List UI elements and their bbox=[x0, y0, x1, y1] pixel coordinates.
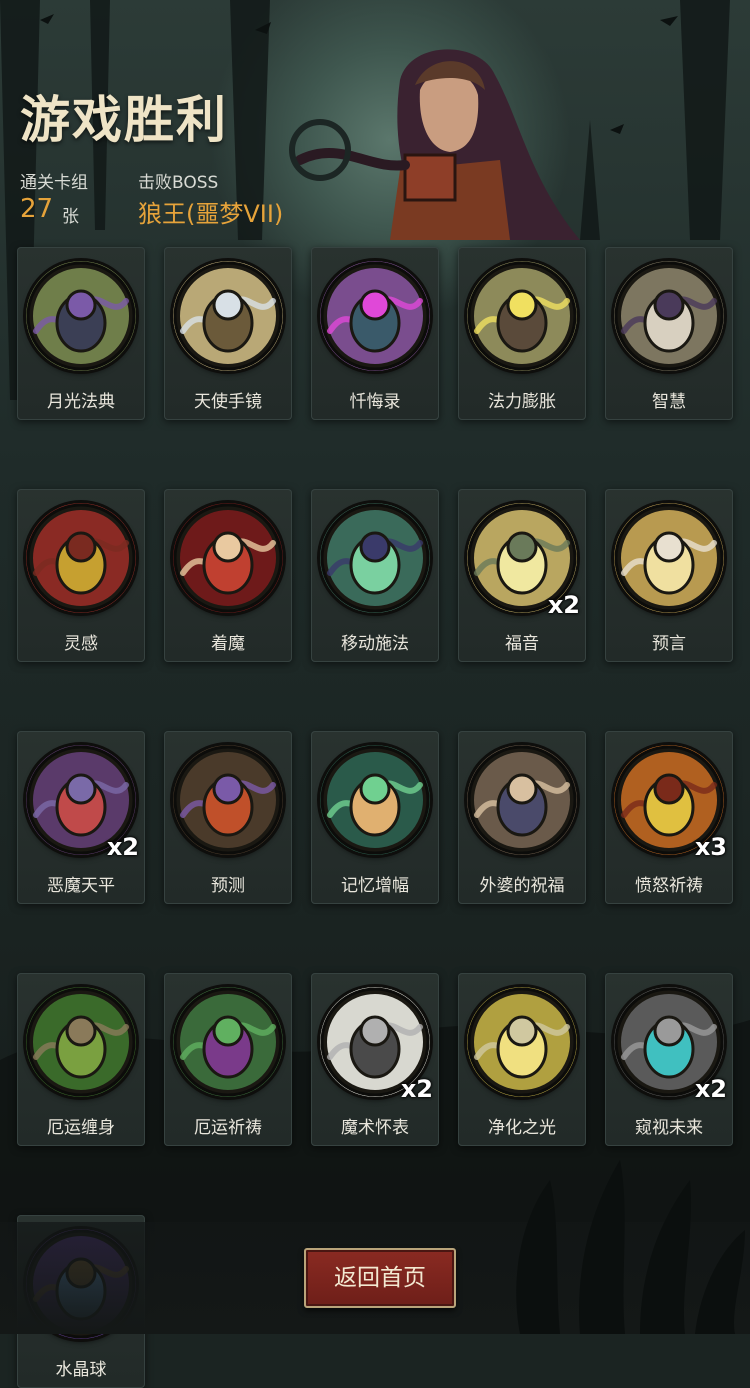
return-home-button[interactable]: 返回首页 bbox=[304, 1248, 456, 1308]
card-name: 着魔 bbox=[211, 634, 245, 654]
card-item[interactable]: 月光法典 bbox=[17, 247, 145, 420]
purifying-light-icon bbox=[467, 987, 577, 1097]
card-name: 厄运缠身 bbox=[47, 1118, 115, 1138]
card-name: 愤怒祈祷 bbox=[635, 876, 703, 896]
moving-cast-witch-icon bbox=[320, 503, 430, 613]
boss-name: 狼王(噩梦VII) bbox=[138, 200, 284, 228]
card-medal bbox=[173, 261, 283, 371]
card-count-badge: x2 bbox=[106, 833, 139, 861]
card-item[interactable]: 智慧 bbox=[605, 247, 733, 420]
card-name: 预言 bbox=[652, 634, 686, 654]
card-item[interactable]: 灵感 bbox=[17, 489, 145, 662]
deck-unit: 张 bbox=[62, 207, 79, 227]
card-name: 灵感 bbox=[64, 634, 98, 654]
hooded-mage-character bbox=[289, 49, 580, 240]
page-title: 游戏胜利 bbox=[20, 91, 228, 149]
card-name: 魔术怀表 bbox=[341, 1118, 409, 1138]
card-medal bbox=[320, 745, 430, 855]
grandma-blessing-icon bbox=[467, 745, 577, 855]
card-medal bbox=[320, 261, 430, 371]
card-name: 外婆的祝福 bbox=[479, 876, 565, 896]
card-name: 福音 bbox=[505, 634, 539, 654]
card-item[interactable]: 愤怒祈祷 x3 bbox=[605, 731, 733, 904]
card-item[interactable]: 预测 bbox=[164, 731, 292, 904]
possessed-icon bbox=[173, 503, 283, 613]
mana-surge-icon bbox=[467, 261, 577, 371]
card-count-badge: x3 bbox=[694, 833, 727, 861]
card-item[interactable]: 魔术怀表 x2 bbox=[311, 973, 439, 1146]
card-medal bbox=[26, 987, 136, 1097]
card-item[interactable]: 厄运祈祷 bbox=[164, 973, 292, 1146]
card-name: 水晶球 bbox=[55, 1360, 107, 1380]
boss-label: 击败BOSS bbox=[138, 173, 219, 193]
card-medal bbox=[26, 261, 136, 371]
card-medal bbox=[173, 503, 283, 613]
wisdom-sage-icon bbox=[614, 261, 724, 371]
card-name: 智慧 bbox=[652, 392, 686, 412]
card-name: 厄运祈祷 bbox=[194, 1118, 262, 1138]
card-item[interactable]: 厄运缠身 bbox=[17, 973, 145, 1146]
card-item[interactable]: 法力膨胀 bbox=[458, 247, 586, 420]
deck-label: 通关卡组 bbox=[20, 173, 88, 193]
doom-prayer-icon bbox=[173, 987, 283, 1097]
card-name: 移动施法 bbox=[341, 634, 409, 654]
card-medal bbox=[467, 987, 577, 1097]
memory-brain-icon bbox=[320, 745, 430, 855]
card-item[interactable]: 移动施法 bbox=[311, 489, 439, 662]
deck-count: 27 bbox=[20, 194, 54, 224]
card-medal bbox=[614, 261, 724, 371]
card-name: 恶魔天平 bbox=[47, 876, 115, 896]
card-item[interactable]: 着魔 bbox=[164, 489, 292, 662]
card-item[interactable]: 外婆的祝福 bbox=[458, 731, 586, 904]
doom-skull-icon bbox=[26, 987, 136, 1097]
card-count-badge: x2 bbox=[547, 591, 580, 619]
card-count-badge: x2 bbox=[694, 1075, 727, 1103]
card-medal bbox=[320, 503, 430, 613]
card-medal bbox=[173, 987, 283, 1097]
card-name: 天使手镜 bbox=[194, 392, 262, 412]
card-medal bbox=[26, 503, 136, 613]
claw-silhouette bbox=[516, 1160, 745, 1334]
card-medal bbox=[467, 261, 577, 371]
victory-header: 游戏胜利 通关卡组 27 张 击败BOSS 狼王(噩梦VII) bbox=[0, 0, 750, 240]
card-name: 法力膨胀 bbox=[488, 392, 556, 412]
card-name: 忏悔录 bbox=[349, 392, 401, 412]
confession-book-icon bbox=[320, 261, 430, 371]
prediction-witch-icon bbox=[173, 745, 283, 855]
card-medal bbox=[614, 503, 724, 613]
moon-grimoire-icon bbox=[26, 261, 136, 371]
inspiration-skull-icon bbox=[26, 503, 136, 613]
card-medal bbox=[173, 745, 283, 855]
card-item[interactable]: 预言 bbox=[605, 489, 733, 662]
card-name: 月光法典 bbox=[47, 392, 115, 412]
card-item[interactable]: 天使手镜 bbox=[164, 247, 292, 420]
card-item[interactable]: 忏悔录 bbox=[311, 247, 439, 420]
card-item[interactable]: 恶魔天平 x2 bbox=[17, 731, 145, 904]
card-item[interactable]: 福音 x2 bbox=[458, 489, 586, 662]
angel-mirror-icon bbox=[173, 261, 283, 371]
card-name: 预测 bbox=[211, 876, 245, 896]
card-item[interactable]: 记忆增幅 bbox=[311, 731, 439, 904]
card-name: 记忆增幅 bbox=[341, 876, 409, 896]
card-count-badge: x2 bbox=[400, 1075, 433, 1103]
card-medal bbox=[467, 745, 577, 855]
prophecy-elder-icon bbox=[614, 503, 724, 613]
